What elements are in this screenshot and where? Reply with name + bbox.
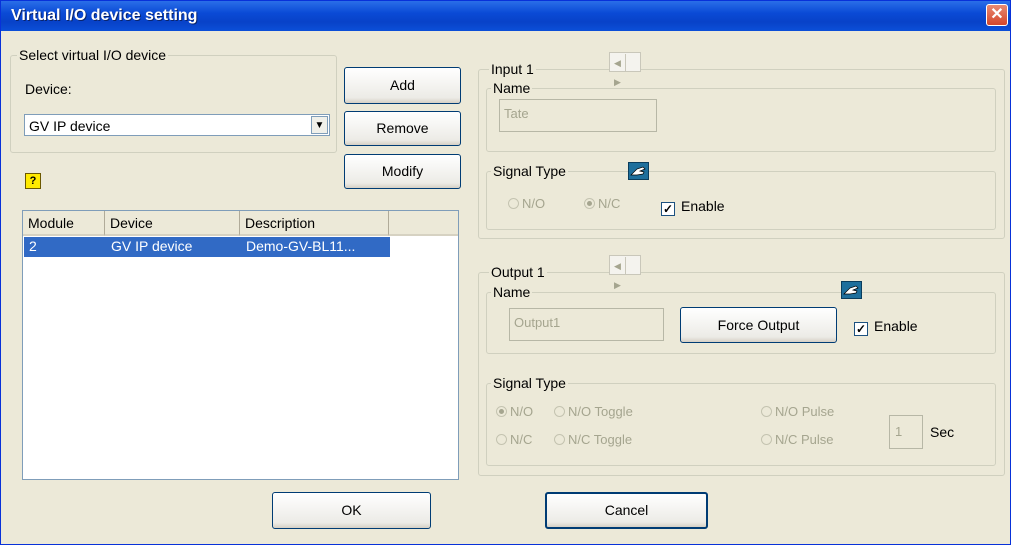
dialog-window: Virtual I/O device setting ✕ Select virt… bbox=[0, 0, 1011, 545]
left-arrow-icon[interactable]: ◀ bbox=[610, 257, 626, 275]
check-icon: ✓ bbox=[661, 202, 675, 216]
radio-circle bbox=[554, 406, 565, 417]
check-icon: ✓ bbox=[854, 322, 868, 336]
output-radio-nc-toggle-label: N/C Toggle bbox=[568, 432, 633, 447]
cancel-button-label: Cancel bbox=[604, 502, 649, 518]
output-radio-nc-pulse-label: N/C Pulse bbox=[775, 432, 834, 447]
left-arrow-icon[interactable]: ◀ bbox=[610, 54, 626, 72]
radio-circle bbox=[496, 406, 507, 417]
input-enable-label: Enable bbox=[681, 198, 725, 214]
force-output-button[interactable]: Force Output bbox=[680, 307, 837, 343]
remove-button[interactable]: Remove bbox=[344, 111, 461, 146]
close-icon[interactable]: ✕ bbox=[986, 4, 1008, 26]
radio-circle bbox=[761, 406, 772, 417]
add-button[interactable]: Add bbox=[344, 67, 461, 104]
select-device-group: Select virtual I/O device bbox=[10, 47, 337, 153]
title-bar[interactable]: Virtual I/O device setting ✕ bbox=[1, 1, 1010, 31]
input-radio-no-label: N/O bbox=[522, 196, 546, 211]
output-radio-no[interactable]: N/O bbox=[496, 404, 533, 419]
output-radio-no-toggle[interactable]: N/O Toggle bbox=[554, 404, 633, 419]
cell-device: GV IP device bbox=[111, 238, 193, 254]
output-radio-no-pulse-label: N/O Pulse bbox=[775, 404, 835, 419]
radio-circle bbox=[584, 198, 595, 209]
ok-button-label: OK bbox=[341, 502, 362, 518]
add-button-label: Add bbox=[390, 77, 415, 93]
chevron-down-icon[interactable]: ▼ bbox=[311, 116, 328, 134]
radio-circle bbox=[761, 434, 772, 445]
radio-circle bbox=[554, 434, 565, 445]
output-enable-label: Enable bbox=[874, 318, 918, 334]
input-name-field[interactable]: Tate bbox=[499, 99, 657, 132]
cell-description: Demo-GV-BL11... bbox=[246, 238, 356, 254]
output-radio-no-pulse[interactable]: N/O Pulse bbox=[761, 404, 834, 419]
output-enable-checkbox[interactable]: ✓ Enable bbox=[854, 318, 918, 336]
input-radio-no[interactable]: N/O bbox=[508, 196, 545, 211]
ok-button[interactable]: OK bbox=[272, 492, 431, 529]
pointing-hand-icon[interactable] bbox=[628, 162, 649, 180]
sec-label: Sec bbox=[930, 424, 955, 440]
input-radio-nc[interactable]: N/C bbox=[584, 196, 620, 211]
output-name-field[interactable]: Output1 bbox=[509, 308, 664, 341]
select-device-legend: Select virtual I/O device bbox=[19, 47, 167, 63]
column-header-empty bbox=[389, 211, 458, 236]
output-radio-nc-label: N/C bbox=[510, 432, 533, 447]
output-radio-no-label: N/O bbox=[510, 404, 534, 419]
output-name-legend: Name bbox=[493, 284, 531, 300]
device-label: Device: bbox=[25, 81, 72, 97]
column-header-description[interactable]: Description bbox=[240, 211, 389, 236]
output-radio-no-toggle-label: N/O Toggle bbox=[568, 404, 633, 419]
device-table[interactable]: Module Device Description 2 GV IP device… bbox=[22, 210, 459, 480]
help-icon[interactable]: ? bbox=[25, 173, 41, 189]
device-select[interactable]: GV IP device ▼ bbox=[24, 114, 330, 136]
output-spinner[interactable]: ◀▶ bbox=[609, 255, 641, 290]
radio-circle bbox=[496, 434, 507, 445]
remove-button-label: Remove bbox=[376, 120, 429, 136]
input-radio-nc-label: N/C bbox=[598, 196, 621, 211]
pointing-hand-icon[interactable] bbox=[841, 281, 862, 299]
input-legend: Input 1 bbox=[491, 61, 534, 77]
output-radio-nc-toggle[interactable]: N/C Toggle bbox=[554, 432, 632, 447]
column-header-device[interactable]: Device bbox=[105, 211, 240, 236]
pulse-seconds-field[interactable]: 1 bbox=[889, 415, 923, 449]
output-radio-nc-pulse[interactable]: N/C Pulse bbox=[761, 432, 834, 447]
cancel-button[interactable]: Cancel bbox=[545, 492, 708, 529]
input-signal-group: Signal Type bbox=[486, 163, 996, 230]
input-name-legend: Name bbox=[493, 80, 531, 96]
modify-button[interactable]: Modify bbox=[344, 154, 461, 189]
table-row[interactable]: 2 GV IP device Demo-GV-BL11... bbox=[24, 237, 390, 257]
column-header-module[interactable]: Module bbox=[23, 211, 105, 236]
modify-button-label: Modify bbox=[381, 163, 424, 179]
device-select-value: GV IP device bbox=[29, 118, 111, 134]
input-signal-legend: Signal Type bbox=[493, 163, 566, 179]
output-legend: Output 1 bbox=[491, 264, 545, 280]
input-spinner[interactable]: ◀▶ bbox=[609, 52, 641, 87]
output-signal-legend: Signal Type bbox=[493, 375, 566, 391]
input-enable-checkbox[interactable]: ✓ Enable bbox=[661, 198, 725, 216]
cell-module: 2 bbox=[29, 238, 37, 254]
window-title: Virtual I/O device setting bbox=[11, 7, 198, 24]
force-output-label: Force Output bbox=[717, 317, 800, 333]
radio-circle bbox=[508, 198, 519, 209]
output-radio-nc[interactable]: N/C bbox=[496, 432, 532, 447]
